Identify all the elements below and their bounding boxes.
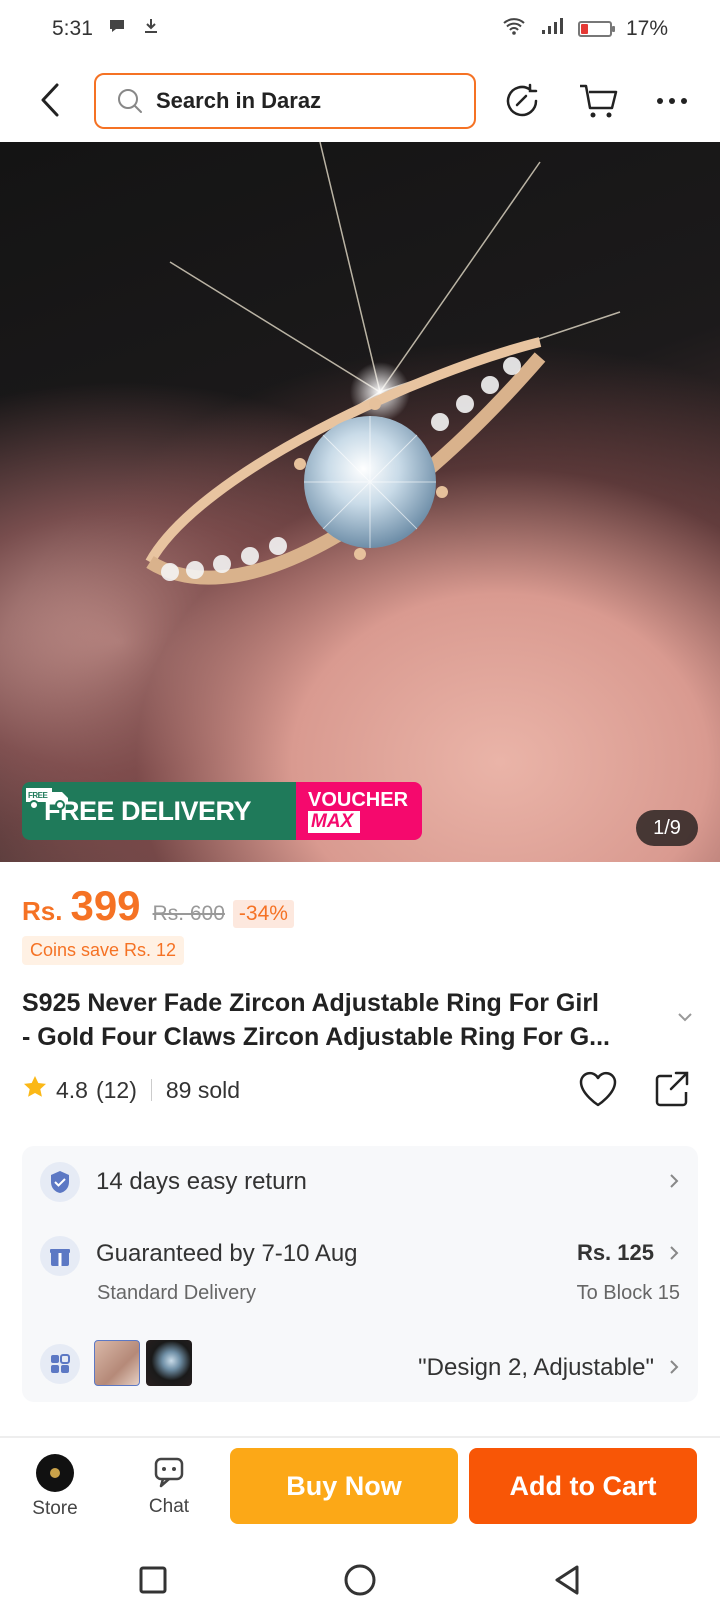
system-back-button[interactable]	[545, 1558, 589, 1602]
return-policy-label: 14 days easy return	[96, 1168, 307, 1195]
star-icon	[22, 1074, 48, 1106]
search-icon	[118, 89, 142, 113]
status-time: 5:31	[52, 17, 93, 40]
store-logo	[36, 1454, 74, 1492]
voucher-max-label: MAX	[308, 811, 360, 833]
image-page-indicator: 1/9	[636, 810, 698, 846]
more-icon	[657, 98, 687, 104]
chat-icon	[154, 1457, 184, 1488]
store-button[interactable]: Store	[10, 1454, 100, 1530]
home-button[interactable]	[338, 1558, 382, 1602]
recent-apps-button[interactable]	[131, 1558, 175, 1602]
history-button[interactable]	[500, 79, 544, 123]
product-title-line2: - Gold Four Claws Zircon Adjustable Ring…	[22, 1023, 610, 1051]
voucher-max-badge: VOUCHER MAX	[296, 782, 422, 840]
chat-button[interactable]: Chat	[124, 1454, 214, 1530]
voucher-label: VOUCHER	[308, 789, 409, 811]
bottom-action-bar: Store Chat Buy Now Add to Cart	[0, 1438, 720, 1546]
return-policy-row[interactable]: 14 days easy return	[22, 1146, 698, 1218]
signal-icon	[540, 16, 564, 42]
search-placeholder: Search in Daraz	[156, 88, 322, 113]
chat-label: Chat	[148, 1496, 190, 1517]
free-delivery-label: FREE DELIVERY	[44, 795, 252, 826]
discount-badge: -34%	[232, 900, 294, 928]
circle-icon	[344, 1564, 376, 1596]
delivery-row[interactable]: Guaranteed by 7-10 Aug Standard Delivery…	[22, 1218, 698, 1326]
add-to-cart-button[interactable]: Add to Cart	[469, 1448, 697, 1524]
delivery-type: Standard Delivery	[97, 1282, 256, 1304]
chevron-right-icon	[668, 1170, 680, 1196]
cart-button[interactable]	[576, 79, 620, 123]
back-icon	[41, 83, 59, 117]
shield-icon	[40, 1162, 80, 1202]
heart-icon	[579, 1071, 617, 1107]
square-icon	[139, 1566, 167, 1594]
history-icon	[506, 83, 538, 117]
selected-variant: "Design 2, Adjustable"	[418, 1354, 654, 1381]
product-title[interactable]: S925 Never Fade Zircon Adjustable Ring F…	[22, 986, 662, 1054]
rating-divider	[150, 1079, 152, 1101]
store-label: Store	[32, 1498, 78, 1519]
price-currency: Rs.	[22, 896, 63, 926]
status-left: 5:31	[52, 16, 161, 42]
ring-photo	[145, 142, 621, 585]
sold-count: 89 sold	[165, 1076, 241, 1103]
rating-value: 4.8	[56, 1076, 88, 1103]
price-value: 399	[70, 882, 141, 929]
chevron-right-icon	[668, 1356, 680, 1382]
triangle-icon	[555, 1565, 579, 1595]
original-price: Rs. 600	[152, 902, 225, 925]
status-right: 17%	[502, 16, 668, 42]
delivery-guarantee: Guaranteed by 7-10 Aug	[96, 1240, 358, 1267]
review-count: (12)	[95, 1076, 137, 1103]
battery-percent: 17%	[625, 17, 668, 40]
product-title-line1: S925 Never Fade Zircon Adjustable Ring F…	[22, 989, 599, 1017]
share-button[interactable]	[654, 1070, 690, 1113]
wifi-icon	[502, 16, 526, 42]
product-image-carousel[interactable]: FREE FREE DELIVERY VOUCHER MAX 1/9	[0, 142, 720, 862]
share-icon	[655, 1071, 689, 1107]
delivery-location: To Block 15	[576, 1282, 680, 1304]
cart-icon	[580, 84, 618, 118]
variant-thumbnail[interactable]	[94, 1340, 140, 1386]
grid-icon	[40, 1344, 80, 1384]
coins-badge: Coins save Rs. 12	[22, 936, 185, 965]
search-input[interactable]: Search in Daraz	[94, 73, 476, 129]
service-info-card: 14 days easy return Guaranteed by 7-10 A…	[22, 1146, 698, 1402]
delivery-price: Rs. 125	[576, 1240, 654, 1265]
download-icon	[141, 16, 161, 42]
chevron-down-icon[interactable]	[676, 1010, 694, 1028]
rating-row[interactable]: 4.8 (12) 89 sold	[22, 1074, 240, 1106]
free-delivery-badge: FREE FREE DELIVERY	[22, 782, 296, 840]
buy-now-button[interactable]: Buy Now	[230, 1448, 458, 1524]
battery-icon	[577, 21, 615, 37]
more-button[interactable]	[650, 79, 694, 123]
free-small-label: FREE	[28, 791, 49, 800]
top-nav: Search in Daraz	[0, 62, 720, 140]
wishlist-button[interactable]	[578, 1070, 618, 1113]
chevron-right-icon	[668, 1242, 680, 1268]
promo-banner: FREE FREE DELIVERY VOUCHER MAX	[22, 782, 422, 840]
price-row: Rs. 399 Rs. 600 -34%	[22, 882, 294, 930]
chat-bubble-icon	[107, 16, 127, 42]
variant-thumbnail[interactable]	[146, 1340, 192, 1386]
back-button[interactable]	[30, 78, 70, 122]
gift-icon	[40, 1236, 80, 1276]
system-navigation-bar	[0, 1546, 720, 1612]
status-bar: 5:31 17%	[0, 0, 720, 58]
